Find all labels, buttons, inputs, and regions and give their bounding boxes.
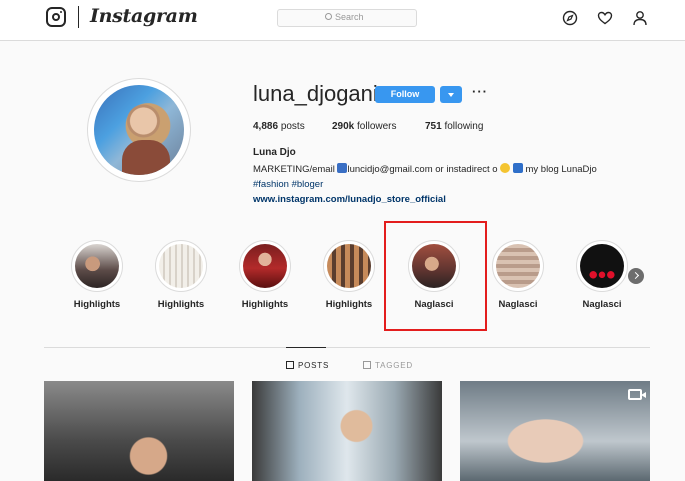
highlight-label: Naglasci xyxy=(498,299,538,310)
highlights-next-arrow-icon[interactable] xyxy=(628,268,644,284)
highlight-label: Naglasci xyxy=(582,299,622,310)
highlight-item-2[interactable]: Highlights xyxy=(153,240,209,310)
bio-text-marketing: MARKETING/email xyxy=(253,164,335,175)
instagram-camera-icon[interactable] xyxy=(46,7,66,27)
smiley-emoji-icon xyxy=(500,163,511,173)
posts-count: 4,886 xyxy=(253,121,279,132)
highlight-ring xyxy=(155,240,207,292)
profile-avatar-ring[interactable] xyxy=(87,78,191,182)
highlight-item-6[interactable]: Naglasci xyxy=(490,240,546,310)
following-label: following xyxy=(444,121,484,132)
profile-username: luna_djogani xyxy=(253,81,378,106)
hashtag-bloger-link[interactable]: #bloger xyxy=(292,179,324,190)
instagram-logo-text[interactable]: Instagram xyxy=(90,5,198,27)
tagged-icon xyxy=(363,361,371,369)
highlight-cover-image xyxy=(496,244,540,288)
video-camera-icon xyxy=(628,389,646,400)
highlight-ring xyxy=(576,240,628,292)
bio-line-1: MARKETING/email luncidjo@gmail.com or in… xyxy=(253,162,597,177)
highlight-item-7[interactable]: Naglasci xyxy=(574,240,630,310)
followers-stat[interactable]: 290k followers xyxy=(332,121,397,132)
tabs-divider xyxy=(44,347,650,348)
tab-posts[interactable]: POSTS xyxy=(286,361,329,370)
email-emoji-icon xyxy=(337,163,348,173)
logo-divider xyxy=(78,6,79,28)
highlight-label: Highlights xyxy=(241,299,289,310)
arrow-down-emoji-icon xyxy=(512,163,523,173)
tab-tagged[interactable]: TAGGED xyxy=(363,361,413,370)
more-options-icon[interactable]: ··· xyxy=(472,84,488,99)
profile-avatar xyxy=(94,85,184,175)
follow-button[interactable]: Follow xyxy=(375,86,435,103)
grid-icon xyxy=(286,361,294,369)
highlight-ring xyxy=(239,240,291,292)
highlight-cover-image xyxy=(75,244,119,288)
bio-text-blog: my blog LunaDjo xyxy=(525,164,597,175)
highlight-item-1[interactable]: Highlights xyxy=(69,240,125,310)
top-nav: Instagram Search xyxy=(0,0,685,41)
tab-tagged-label: TAGGED xyxy=(375,361,413,370)
active-tab-indicator xyxy=(286,347,326,348)
annotation-red-box xyxy=(384,221,487,331)
followers-label: followers xyxy=(357,121,397,132)
highlight-cover-image xyxy=(243,244,287,288)
following-stat[interactable]: 751 following xyxy=(425,121,483,132)
search-icon xyxy=(325,13,332,20)
search-placeholder: Search xyxy=(335,12,364,22)
posts-label: posts xyxy=(280,121,305,132)
bio-line-2: #fashion #bloger xyxy=(253,177,597,192)
highlight-cover-image xyxy=(327,244,371,288)
profile-user-icon[interactable] xyxy=(632,10,648,26)
post-thumbnail[interactable] xyxy=(44,381,234,481)
suggested-dropdown-button[interactable] xyxy=(440,86,462,103)
bio-text-email: luncidjo@gmail.com or instadirect o xyxy=(347,164,498,175)
heart-activity-icon[interactable] xyxy=(597,10,613,26)
hashtag-fashion-link[interactable]: #fashion xyxy=(253,179,289,190)
highlight-item-4[interactable]: Highlights xyxy=(321,240,377,310)
profile-full-name: Luna Djo xyxy=(253,147,296,158)
highlight-cover-image xyxy=(159,244,203,288)
website-link[interactable]: www.instagram.com/lunadjo_store_official xyxy=(253,194,446,205)
posts-stat: 4,886 posts xyxy=(253,121,305,132)
following-count: 751 xyxy=(425,121,442,132)
highlight-cover-image xyxy=(580,244,624,288)
highlight-ring xyxy=(323,240,375,292)
highlight-label: Highlights xyxy=(157,299,205,310)
highlight-label: Highlights xyxy=(73,299,121,310)
highlight-item-3[interactable]: Highlights xyxy=(237,240,293,310)
highlight-label: Highlights xyxy=(325,299,373,310)
highlight-ring xyxy=(71,240,123,292)
post-thumbnail[interactable] xyxy=(460,381,650,481)
highlight-ring xyxy=(492,240,544,292)
explore-compass-icon[interactable] xyxy=(562,10,578,26)
profile-bio: MARKETING/email luncidjo@gmail.com or in… xyxy=(253,162,597,207)
tab-posts-label: POSTS xyxy=(298,361,330,370)
search-placeholder-wrap: Search xyxy=(325,12,364,22)
bio-line-3: www.instagram.com/lunadjo_store_official xyxy=(253,192,597,207)
post-thumbnail[interactable] xyxy=(252,381,442,481)
followers-count: 290k xyxy=(332,121,355,132)
search-input[interactable]: Search xyxy=(277,9,417,27)
